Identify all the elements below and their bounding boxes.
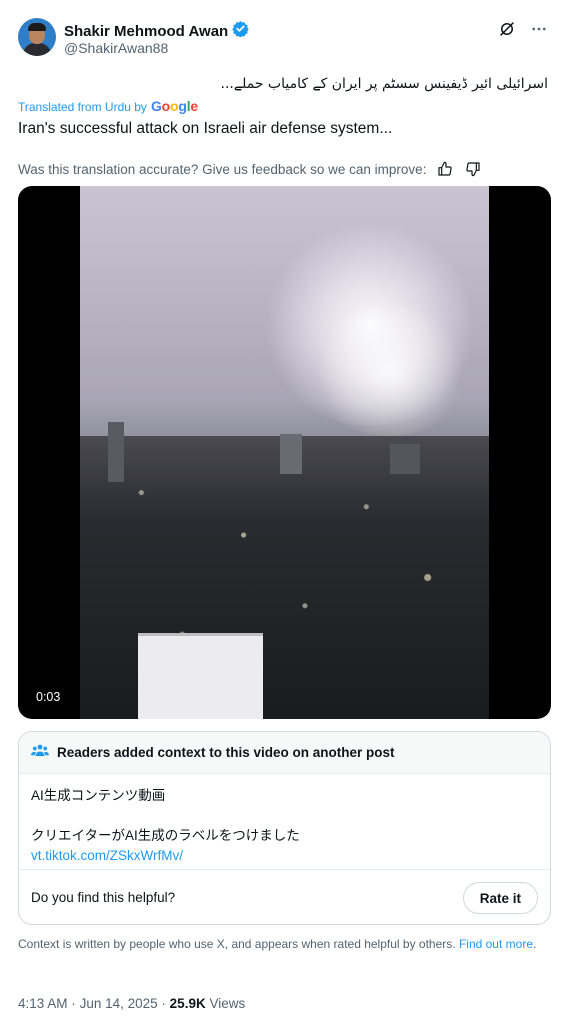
- meta-separator: ·: [71, 996, 76, 1011]
- community-note-title: Readers added context to this video on a…: [57, 745, 395, 760]
- views-label: Views: [209, 996, 246, 1011]
- google-logo: Google: [150, 98, 199, 114]
- video-player[interactable]: 0:03: [18, 186, 551, 719]
- community-note-header: Readers added context to this video on a…: [19, 732, 550, 774]
- video-frame: [80, 186, 489, 719]
- grok-icon[interactable]: [498, 20, 516, 43]
- community-notes-disclaimer: Context is written by people who use X, …: [18, 936, 543, 953]
- disclaimer-text: Context is written by people who use X, …: [18, 937, 456, 951]
- author-name-row: Shakir Mehmood Awan: [64, 20, 249, 42]
- note-source-link[interactable]: vt.tiktok.com/ZSkxWrfMv/: [31, 846, 300, 866]
- community-note: Readers added context to this video on a…: [18, 731, 551, 925]
- note-line-2: クリエイターがAI生成のラベルをつけました: [31, 828, 300, 843]
- post-date[interactable]: Jun 14, 2025: [80, 996, 158, 1011]
- translation-feedback: Was this translation accurate? Give us f…: [18, 160, 482, 178]
- more-icon[interactable]: [530, 20, 548, 43]
- post-metadata: 4:13 AM · Jun 14, 2025 · 25.9K Views: [18, 996, 245, 1011]
- community-notes-icon: [31, 742, 49, 763]
- video-timestamp: 0:03: [30, 688, 67, 706]
- thumbs-down-icon[interactable]: [464, 160, 482, 178]
- author-display-name[interactable]: Shakir Mehmood Awan: [64, 23, 228, 40]
- author-handle[interactable]: @ShakirAwan88: [64, 40, 168, 56]
- find-out-more-link[interactable]: Find out more: [459, 937, 533, 951]
- avatar[interactable]: [18, 18, 56, 56]
- translated-from-label: Translated from Urdu by: [18, 100, 147, 114]
- post-header: Shakir Mehmood Awan @ShakirAwan88: [18, 18, 548, 60]
- helpful-prompt: Do you find this helpful?: [31, 890, 176, 905]
- thumbs-up-icon[interactable]: [436, 160, 454, 178]
- original-post-text: اسرائیلی ائیر ڈیفینس سسٹم پر ایران کے کا…: [220, 76, 548, 92]
- verified-badge-icon: [232, 20, 249, 42]
- disclaimer-end: .: [533, 937, 537, 951]
- meta-separator-2: ·: [161, 996, 166, 1011]
- post-time[interactable]: 4:13 AM: [18, 996, 68, 1011]
- views-count: 25.9K: [169, 996, 206, 1011]
- translation-attribution[interactable]: Translated from Urdu by Google: [18, 98, 198, 114]
- feedback-prompt: Was this translation accurate? Give us f…: [18, 161, 427, 177]
- community-note-body: AI生成コンテンツ動画 クリエイターがAI生成のラベルをつけました vt.tik…: [31, 786, 300, 866]
- note-line-1: AI生成コンテンツ動画: [31, 788, 166, 803]
- translated-post-text: Iran's successful attack on Israeli air …: [18, 120, 393, 137]
- rate-it-button[interactable]: Rate it: [462, 882, 538, 914]
